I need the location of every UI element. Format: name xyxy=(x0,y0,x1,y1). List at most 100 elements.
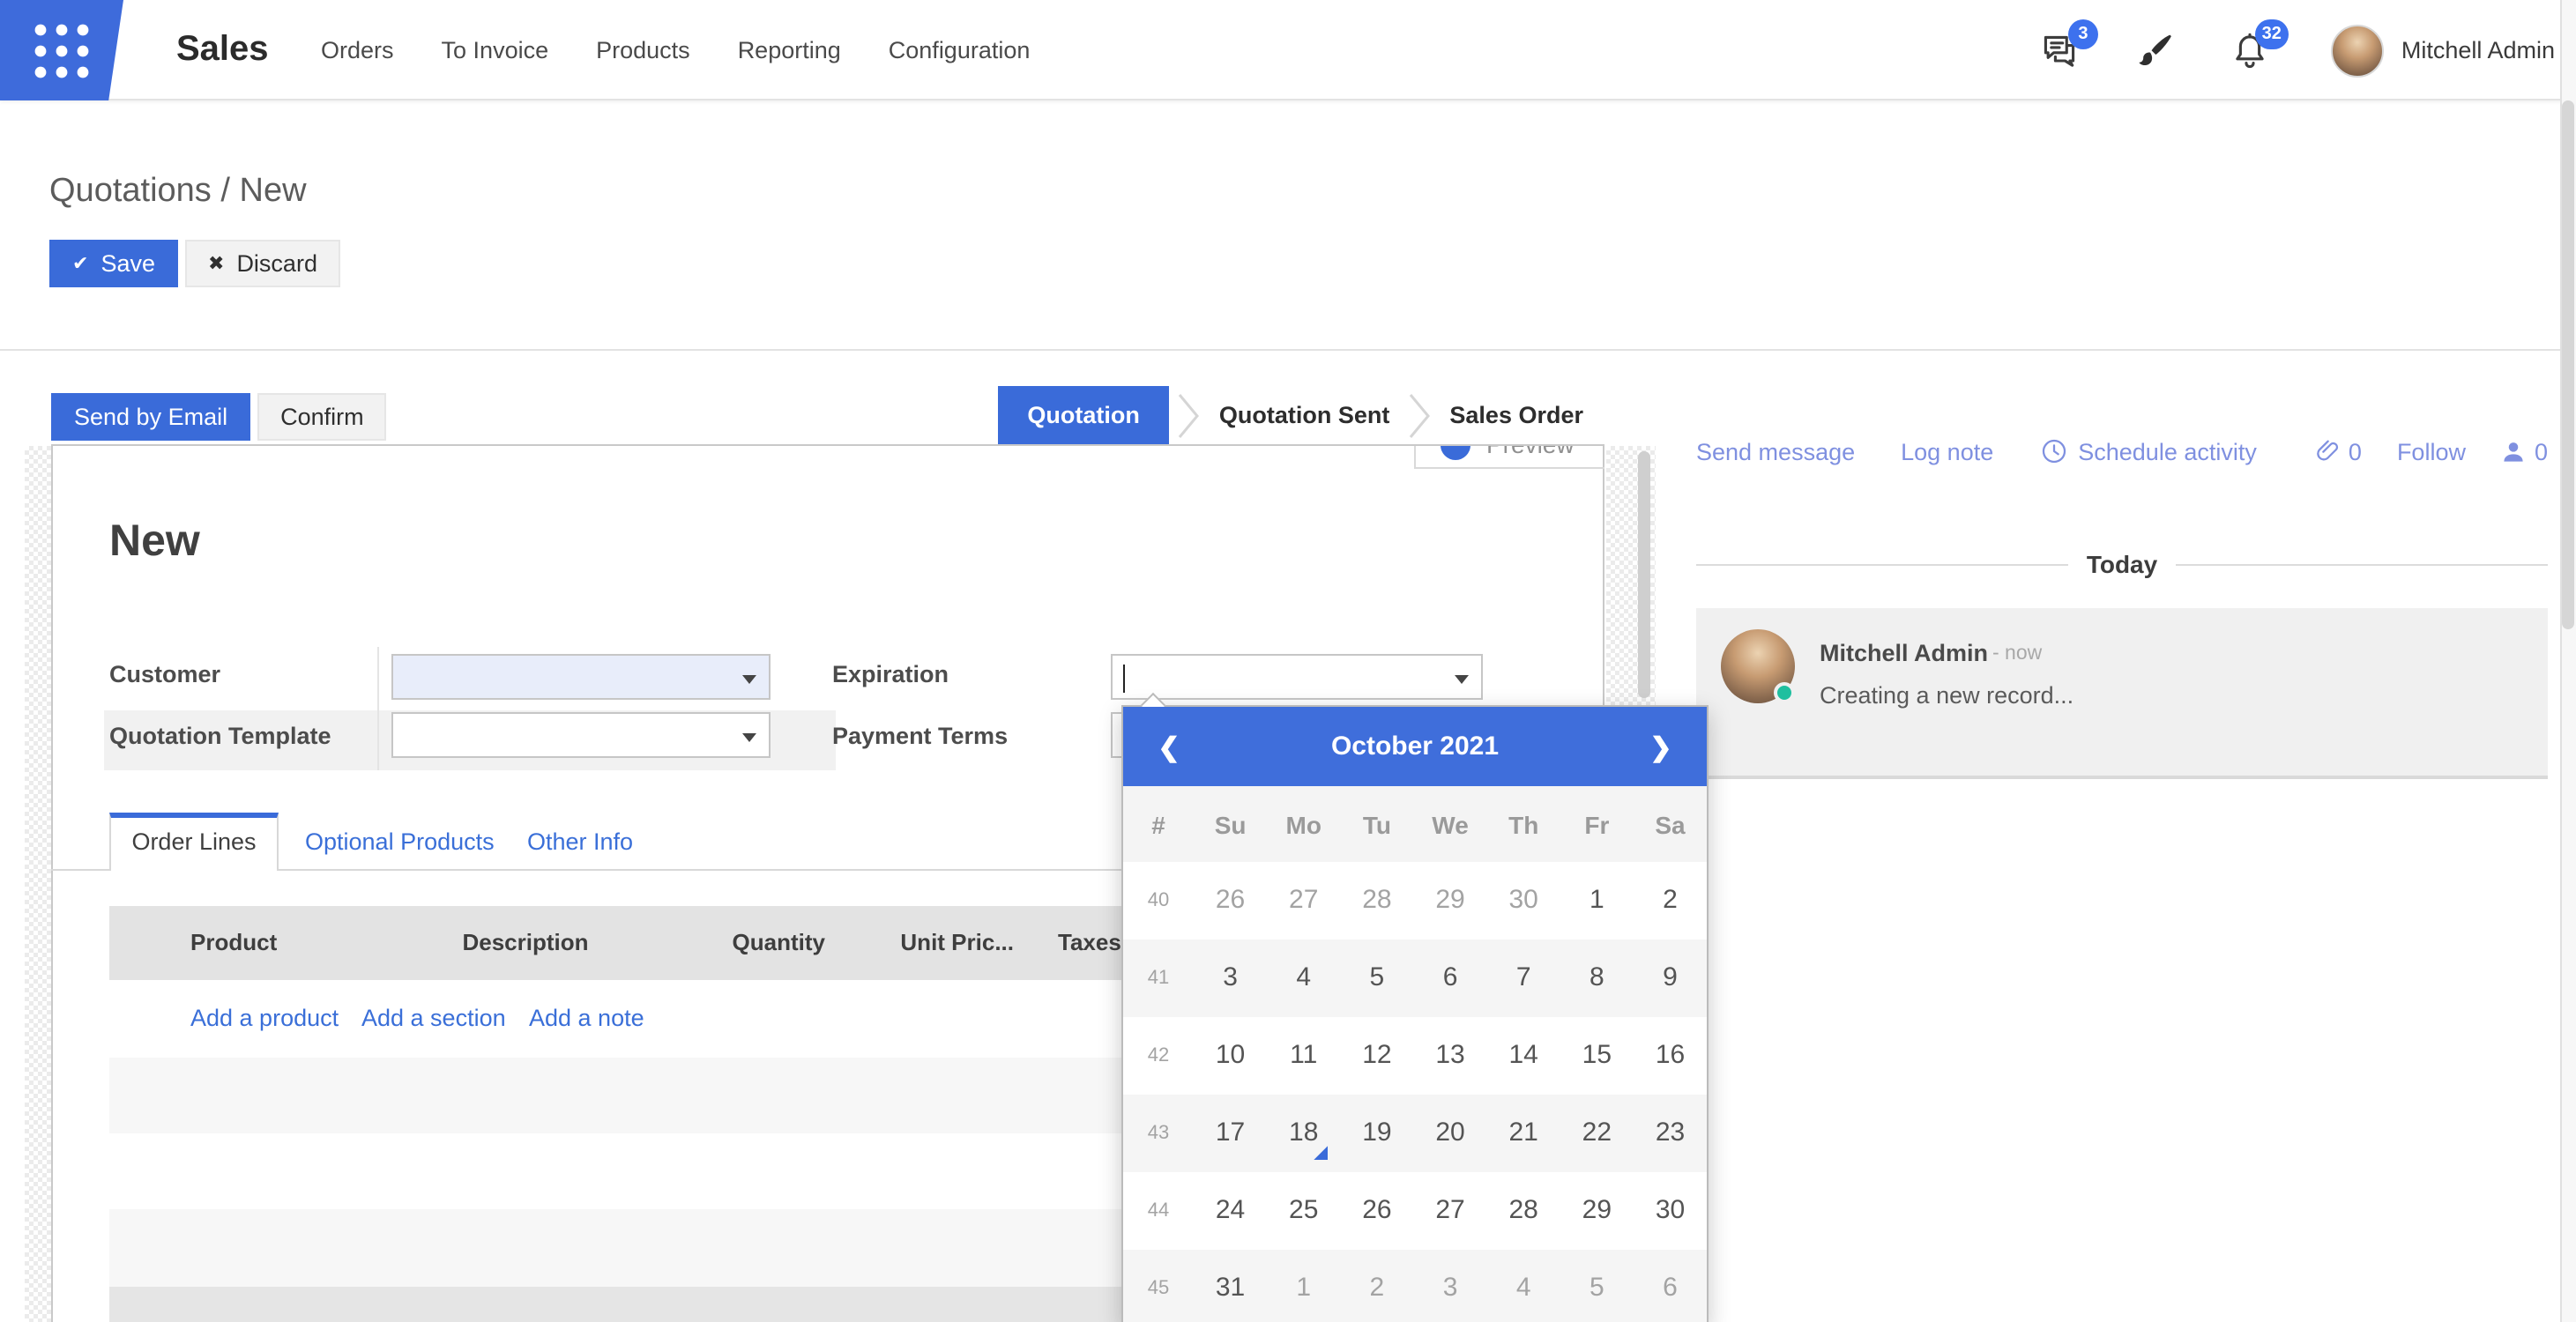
weekday-sa: Sa xyxy=(1634,810,1707,838)
calendar-day[interactable]: 11 xyxy=(1267,1017,1340,1095)
calendar-day[interactable]: 8 xyxy=(1560,940,1634,1017)
add-a-note-link[interactable]: Add a note xyxy=(529,980,644,1058)
calendar-day[interactable]: 30 xyxy=(1487,862,1560,940)
schedule-activity-button[interactable]: Schedule activity xyxy=(2039,437,2257,465)
calendar-day[interactable]: 12 xyxy=(1340,1017,1413,1095)
add-a-section-link[interactable]: Add a section xyxy=(361,980,506,1058)
user-avatar[interactable] xyxy=(2331,24,2384,77)
page-scrollbar-thumb[interactable] xyxy=(2562,100,2574,629)
breadcrumb-separator: / xyxy=(212,173,240,210)
statusbar: Send by Email Confirm Quotation Quotatio… xyxy=(51,367,1604,446)
tab-other-info[interactable]: Other Info xyxy=(527,813,633,871)
calendar-day[interactable]: 18 xyxy=(1267,1095,1340,1172)
datepicker-month-title[interactable]: October 2021 xyxy=(1331,732,1499,761)
calendar-day[interactable]: 5 xyxy=(1340,940,1413,1017)
confirm-button[interactable]: Confirm xyxy=(257,393,387,441)
calendar-day[interactable]: 22 xyxy=(1560,1095,1634,1172)
calendar-day[interactable]: 26 xyxy=(1194,862,1267,940)
calendar-day[interactable]: 14 xyxy=(1487,1017,1560,1095)
attachments-button[interactable]: 0 xyxy=(2313,437,2362,465)
app-name[interactable]: Sales xyxy=(176,0,269,100)
calendar-day[interactable]: 31 xyxy=(1194,1250,1267,1322)
calendar-week-row: 4210111213141516 xyxy=(1123,1017,1707,1095)
calendar-day[interactable]: 27 xyxy=(1267,862,1340,940)
calendar-day[interactable]: 6 xyxy=(1634,1250,1707,1322)
stage-sales-order[interactable]: Sales Order xyxy=(1439,402,1594,428)
calendar-day[interactable]: 28 xyxy=(1340,862,1413,940)
calendar-day[interactable]: 29 xyxy=(1560,1172,1634,1250)
customer-field[interactable] xyxy=(391,654,771,700)
expiration-field[interactable] xyxy=(1111,654,1483,700)
menu-orders[interactable]: Orders xyxy=(321,37,394,63)
follow-button[interactable]: Follow xyxy=(2397,438,2466,464)
calendar-day[interactable]: 19 xyxy=(1340,1095,1413,1172)
menu-products[interactable]: Products xyxy=(596,37,690,63)
send-message-button[interactable]: Send message xyxy=(1696,438,1855,464)
calendar-day[interactable]: 1 xyxy=(1267,1250,1340,1322)
stage-quotation[interactable]: Quotation xyxy=(997,386,1170,444)
tab-optional-products[interactable]: Optional Products xyxy=(305,813,495,871)
messages-button[interactable]: 3 xyxy=(2038,29,2081,71)
paperclip-icon xyxy=(2313,437,2341,465)
record-title: New xyxy=(109,516,200,568)
form-scrollbar-thumb[interactable] xyxy=(1638,451,1650,698)
calendar-day[interactable]: 20 xyxy=(1413,1095,1486,1172)
datepicker-popover: ❮ October 2021 ❯ # Su Mo Tu We Th Fr Sa … xyxy=(1121,705,1709,1322)
calendar-day[interactable]: 5 xyxy=(1560,1250,1634,1322)
quotation-template-field[interactable] xyxy=(391,712,771,758)
followers-button[interactable]: 0 xyxy=(2501,438,2548,464)
calendar-day[interactable]: 4 xyxy=(1487,1250,1560,1322)
record-actions: ✔ Save ✖ Discard xyxy=(49,240,340,287)
calendar-day[interactable]: 30 xyxy=(1634,1172,1707,1250)
calendar-day[interactable]: 28 xyxy=(1487,1172,1560,1250)
user-name[interactable]: Mitchell Admin xyxy=(2401,37,2555,63)
online-status-dot xyxy=(1774,682,1795,703)
preview-button[interactable]: Preview xyxy=(1414,446,1604,469)
calendar-day[interactable]: 24 xyxy=(1194,1172,1267,1250)
send-by-email-button[interactable]: Send by Email xyxy=(51,393,250,441)
calendar-day[interactable]: 27 xyxy=(1413,1172,1486,1250)
calendar-day[interactable]: 7 xyxy=(1487,940,1560,1017)
calendar-day[interactable]: 26 xyxy=(1340,1172,1413,1250)
calendar-day[interactable]: 2 xyxy=(1634,862,1707,940)
calendar-day[interactable]: 16 xyxy=(1634,1017,1707,1095)
menu-reporting[interactable]: Reporting xyxy=(738,37,841,63)
log-note-button[interactable]: Log note xyxy=(1901,438,1993,464)
calendar-day[interactable]: 10 xyxy=(1194,1017,1267,1095)
tab-order-lines[interactable]: Order Lines xyxy=(109,813,279,871)
next-month-button[interactable]: ❯ xyxy=(1643,731,1679,762)
attachments-count: 0 xyxy=(2349,438,2362,464)
calendar-day[interactable]: 23 xyxy=(1634,1095,1707,1172)
calendar-day[interactable]: 2 xyxy=(1340,1250,1413,1322)
weekday-mo: Mo xyxy=(1267,810,1340,838)
column-description: Description xyxy=(354,906,696,980)
discard-button[interactable]: ✖ Discard xyxy=(185,240,340,287)
menu-to-invoice[interactable]: To Invoice xyxy=(442,37,549,63)
notifications-button[interactable]: 32 xyxy=(2229,29,2271,71)
save-button[interactable]: ✔ Save xyxy=(49,240,178,287)
menu-configuration[interactable]: Configuration xyxy=(889,37,1031,63)
calendar-day[interactable]: 15 xyxy=(1560,1017,1634,1095)
theme-brush-button[interactable] xyxy=(2133,29,2176,71)
calendar-week-row: 4317181920212223 xyxy=(1123,1095,1707,1172)
calendar-day[interactable]: 1 xyxy=(1560,862,1634,940)
calendar-day[interactable]: 13 xyxy=(1413,1017,1486,1095)
calendar-day[interactable]: 29 xyxy=(1413,862,1486,940)
calendar-day[interactable]: 6 xyxy=(1413,940,1486,1017)
column-product: Product xyxy=(190,906,277,980)
calendar-day[interactable]: 17 xyxy=(1194,1095,1267,1172)
calendar-day[interactable]: 25 xyxy=(1267,1172,1340,1250)
calendar-day[interactable]: 4 xyxy=(1267,940,1340,1017)
calendar-day[interactable]: 3 xyxy=(1413,1250,1486,1322)
prev-month-button[interactable]: ❮ xyxy=(1151,731,1187,762)
apps-menu-button[interactable] xyxy=(0,0,123,100)
add-a-product-link[interactable]: Add a product xyxy=(190,980,339,1058)
date-divider-label: Today xyxy=(2087,550,2157,578)
calendar-day[interactable]: 3 xyxy=(1194,940,1267,1017)
expiration-label: Expiration xyxy=(832,661,949,687)
breadcrumb-parent[interactable]: Quotations xyxy=(49,173,212,210)
calendar-day[interactable]: 9 xyxy=(1634,940,1707,1017)
person-icon xyxy=(2501,438,2528,464)
calendar-day[interactable]: 21 xyxy=(1487,1095,1560,1172)
stage-quotation-sent[interactable]: Quotation Sent xyxy=(1209,402,1401,428)
